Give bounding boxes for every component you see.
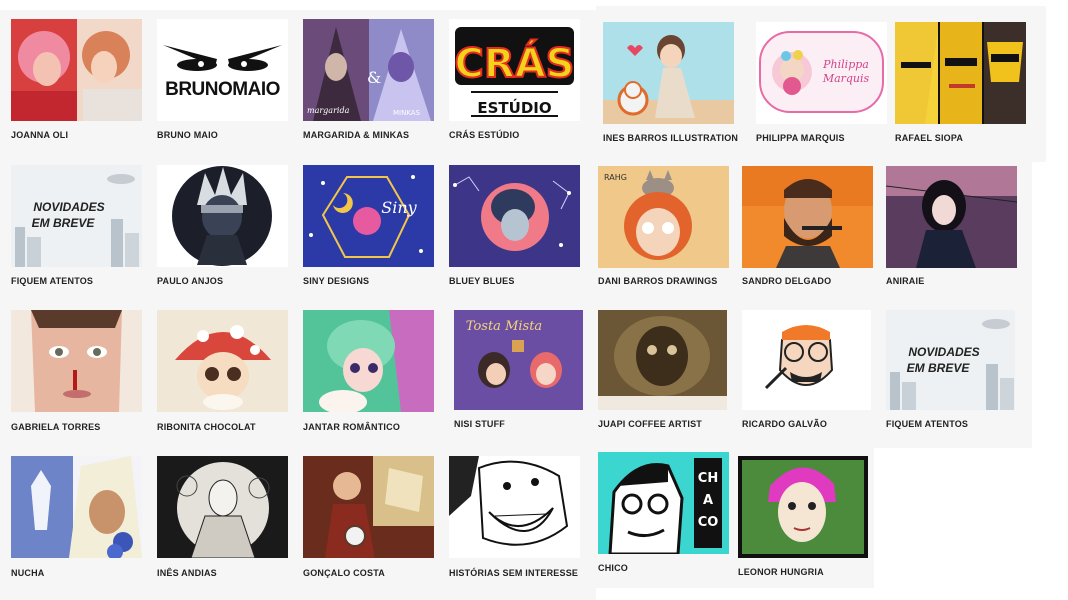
artist-name[interactable]: RICARDO GALVÃO [742, 419, 827, 429]
svg-text:CRÁS: CRÁS [455, 39, 575, 87]
artist-name[interactable]: HISTÓRIAS SEM INTERESSE [449, 568, 578, 578]
artist-card[interactable]: PAULO ANJOS [157, 165, 288, 292]
svg-text:NOVIDADES: NOVIDADES [33, 200, 104, 214]
artist-name[interactable]: FIQUEM ATENTOS [11, 276, 93, 286]
artist-name[interactable]: CHICO [598, 563, 628, 573]
artist-thumbnail[interactable] [742, 166, 873, 268]
artist-name[interactable]: MARGARIDA & MINKAS [303, 130, 409, 140]
artist-name[interactable]: RIBONITA CHOCOLAT [157, 422, 256, 432]
artist-thumbnail[interactable] [11, 19, 142, 121]
artist-thumbnail[interactable] [886, 166, 1017, 268]
artist-name[interactable]: JOANNA OLI [11, 130, 68, 140]
artist-card[interactable]: GONÇALO COSTA [303, 456, 434, 584]
artist-card[interactable]: RAHG DANI BARROS DRAWINGS [598, 166, 729, 292]
artist-thumbnail[interactable] [157, 456, 288, 558]
artist-card[interactable]: ANIRAIE [886, 166, 1017, 292]
artist-thumbnail[interactable] [603, 22, 734, 124]
artist-name[interactable]: FIQUEM ATENTOS [886, 419, 968, 429]
artist-thumbnail[interactable]: Tosta Mista [454, 310, 583, 410]
svg-text:margarida: margarida [307, 106, 350, 115]
artist-name[interactable]: JUAPI COFFEE ARTIST [598, 419, 702, 429]
artist-thumbnail[interactable] [157, 165, 288, 267]
artist-name[interactable]: LEONOR HUNGRIA [738, 567, 824, 577]
svg-text:&: & [367, 68, 381, 87]
artist-thumbnail[interactable] [11, 310, 142, 412]
artist-thumbnail[interactable]: Philippa Marquis [756, 22, 887, 124]
artist-card[interactable]: HISTÓRIAS SEM INTERESSE [449, 456, 580, 584]
artist-card[interactable]: NOVIDADES EM BREVE FIQUEM ATENTOS [886, 310, 1015, 435]
artist-thumbnail[interactable]: Siny [303, 165, 434, 267]
svg-text:ESTÚDIO: ESTÚDIO [477, 98, 551, 117]
artist-name[interactable]: BRUNO MAIO [157, 130, 218, 140]
artist-card[interactable]: margarida & MINKAS MARGARIDA & MINKAS [303, 19, 434, 146]
artist-name[interactable]: DANI BARROS DRAWINGS [598, 276, 718, 286]
artist-card[interactable]: Philippa Marquis PHILIPPA MARQUIS [756, 22, 887, 149]
artist-thumbnail[interactable]: RAHG [598, 166, 729, 268]
svg-text:EM BREVE: EM BREVE [32, 216, 96, 230]
svg-text:Tosta Mista: Tosta Mista [466, 319, 542, 334]
artist-thumbnail[interactable]: CRÁS ESTÚDIO [449, 19, 580, 121]
svg-text:BRUNOMAIO: BRUNOMAIO [165, 79, 280, 100]
artist-name[interactable]: SANDRO DELGADO [742, 276, 831, 286]
svg-text:A: A [703, 493, 713, 508]
artist-card[interactable]: SANDRO DELGADO [742, 166, 873, 292]
artist-card[interactable]: RAFAEL SIOPA [895, 22, 1026, 149]
artist-name[interactable]: SINY DESIGNS [303, 276, 369, 286]
artist-thumbnail[interactable]: NOVIDADES EM BREVE [886, 310, 1015, 410]
artist-card[interactable]: Tosta Mista NISI STUFF [454, 310, 583, 435]
artist-card[interactable]: GABRIELA TORRES [11, 310, 142, 438]
artist-name[interactable]: PAULO ANJOS [157, 276, 223, 286]
artist-card[interactable]: BRUNOMAIO BRUNO MAIO [157, 19, 288, 146]
artist-card[interactable]: Siny SINY DESIGNS [303, 165, 434, 292]
artist-thumbnail[interactable] [449, 456, 580, 558]
artist-name[interactable]: GABRIELA TORRES [11, 422, 101, 432]
artist-thumbnail[interactable] [449, 165, 580, 267]
artist-card[interactable]: JANTAR ROMÂNTICO [303, 310, 434, 438]
artist-thumbnail[interactable] [11, 456, 142, 558]
svg-text:Marquis: Marquis [822, 72, 870, 85]
artist-thumbnail[interactable]: margarida & MINKAS [303, 19, 434, 121]
artist-name[interactable]: JANTAR ROMÂNTICO [303, 422, 400, 432]
artist-thumbnail[interactable] [598, 310, 727, 410]
artist-card[interactable]: RICARDO GALVÃO [742, 310, 871, 435]
artist-thumbnail[interactable] [738, 456, 868, 558]
artist-thumbnail[interactable] [742, 310, 871, 410]
artist-thumbnail[interactable]: NOVIDADES EM BREVE [11, 165, 142, 267]
artist-card[interactable]: NUCHA [11, 456, 142, 584]
artist-card[interactable]: INES BARROS ILLUSTRATION [603, 22, 738, 149]
artist-card[interactable]: BLUEY BLUES [449, 165, 580, 292]
svg-text:CH: CH [698, 471, 718, 486]
artist-thumbnail[interactable]: CH A CO [598, 452, 729, 554]
artist-thumbnail[interactable] [303, 456, 434, 558]
artist-card[interactable]: NOVIDADES EM BREVE FIQUEM ATENTOS [11, 165, 142, 292]
artist-name[interactable]: RAFAEL SIOPA [895, 133, 963, 143]
svg-text:Philippa: Philippa [822, 58, 869, 71]
artist-name[interactable]: GONÇALO COSTA [303, 568, 385, 578]
artist-card[interactable]: RIBONITA CHOCOLAT [157, 310, 288, 438]
artist-name[interactable]: INES BARROS ILLUSTRATION [603, 133, 738, 143]
artist-name[interactable]: ANIRAIE [886, 276, 924, 286]
artist-thumbnail[interactable] [303, 310, 434, 412]
artist-card[interactable]: JUAPI COFFEE ARTIST [598, 310, 727, 435]
artist-name[interactable]: PHILIPPA MARQUIS [756, 133, 845, 143]
artist-name[interactable]: CRÁS ESTÚDIO [449, 130, 519, 140]
artist-card[interactable]: INÊS ANDIAS [157, 456, 288, 584]
svg-text:RAHG: RAHG [604, 173, 627, 182]
artist-thumbnail[interactable]: BRUNOMAIO [157, 19, 288, 121]
artist-card[interactable]: LEONOR HUNGRIA [738, 456, 868, 583]
svg-text:MINKAS: MINKAS [393, 109, 421, 117]
artist-card[interactable]: CH A CO CHICO [598, 452, 729, 579]
svg-text:EM BREVE: EM BREVE [907, 361, 971, 375]
artist-thumbnail[interactable] [895, 22, 1026, 124]
artist-card[interactable]: JOANNA OLI [11, 19, 142, 146]
artist-thumbnail[interactable] [157, 310, 288, 412]
artist-name[interactable]: BLUEY BLUES [449, 276, 515, 286]
artist-name[interactable]: NISI STUFF [454, 419, 505, 429]
artist-name[interactable]: INÊS ANDIAS [157, 568, 217, 578]
svg-text:Siny: Siny [381, 198, 417, 217]
svg-text:CO: CO [698, 515, 719, 530]
artist-card[interactable]: CRÁS ESTÚDIO CRÁS ESTÚDIO [449, 19, 580, 146]
artist-name[interactable]: NUCHA [11, 568, 45, 578]
svg-text:NOVIDADES: NOVIDADES [908, 345, 979, 359]
